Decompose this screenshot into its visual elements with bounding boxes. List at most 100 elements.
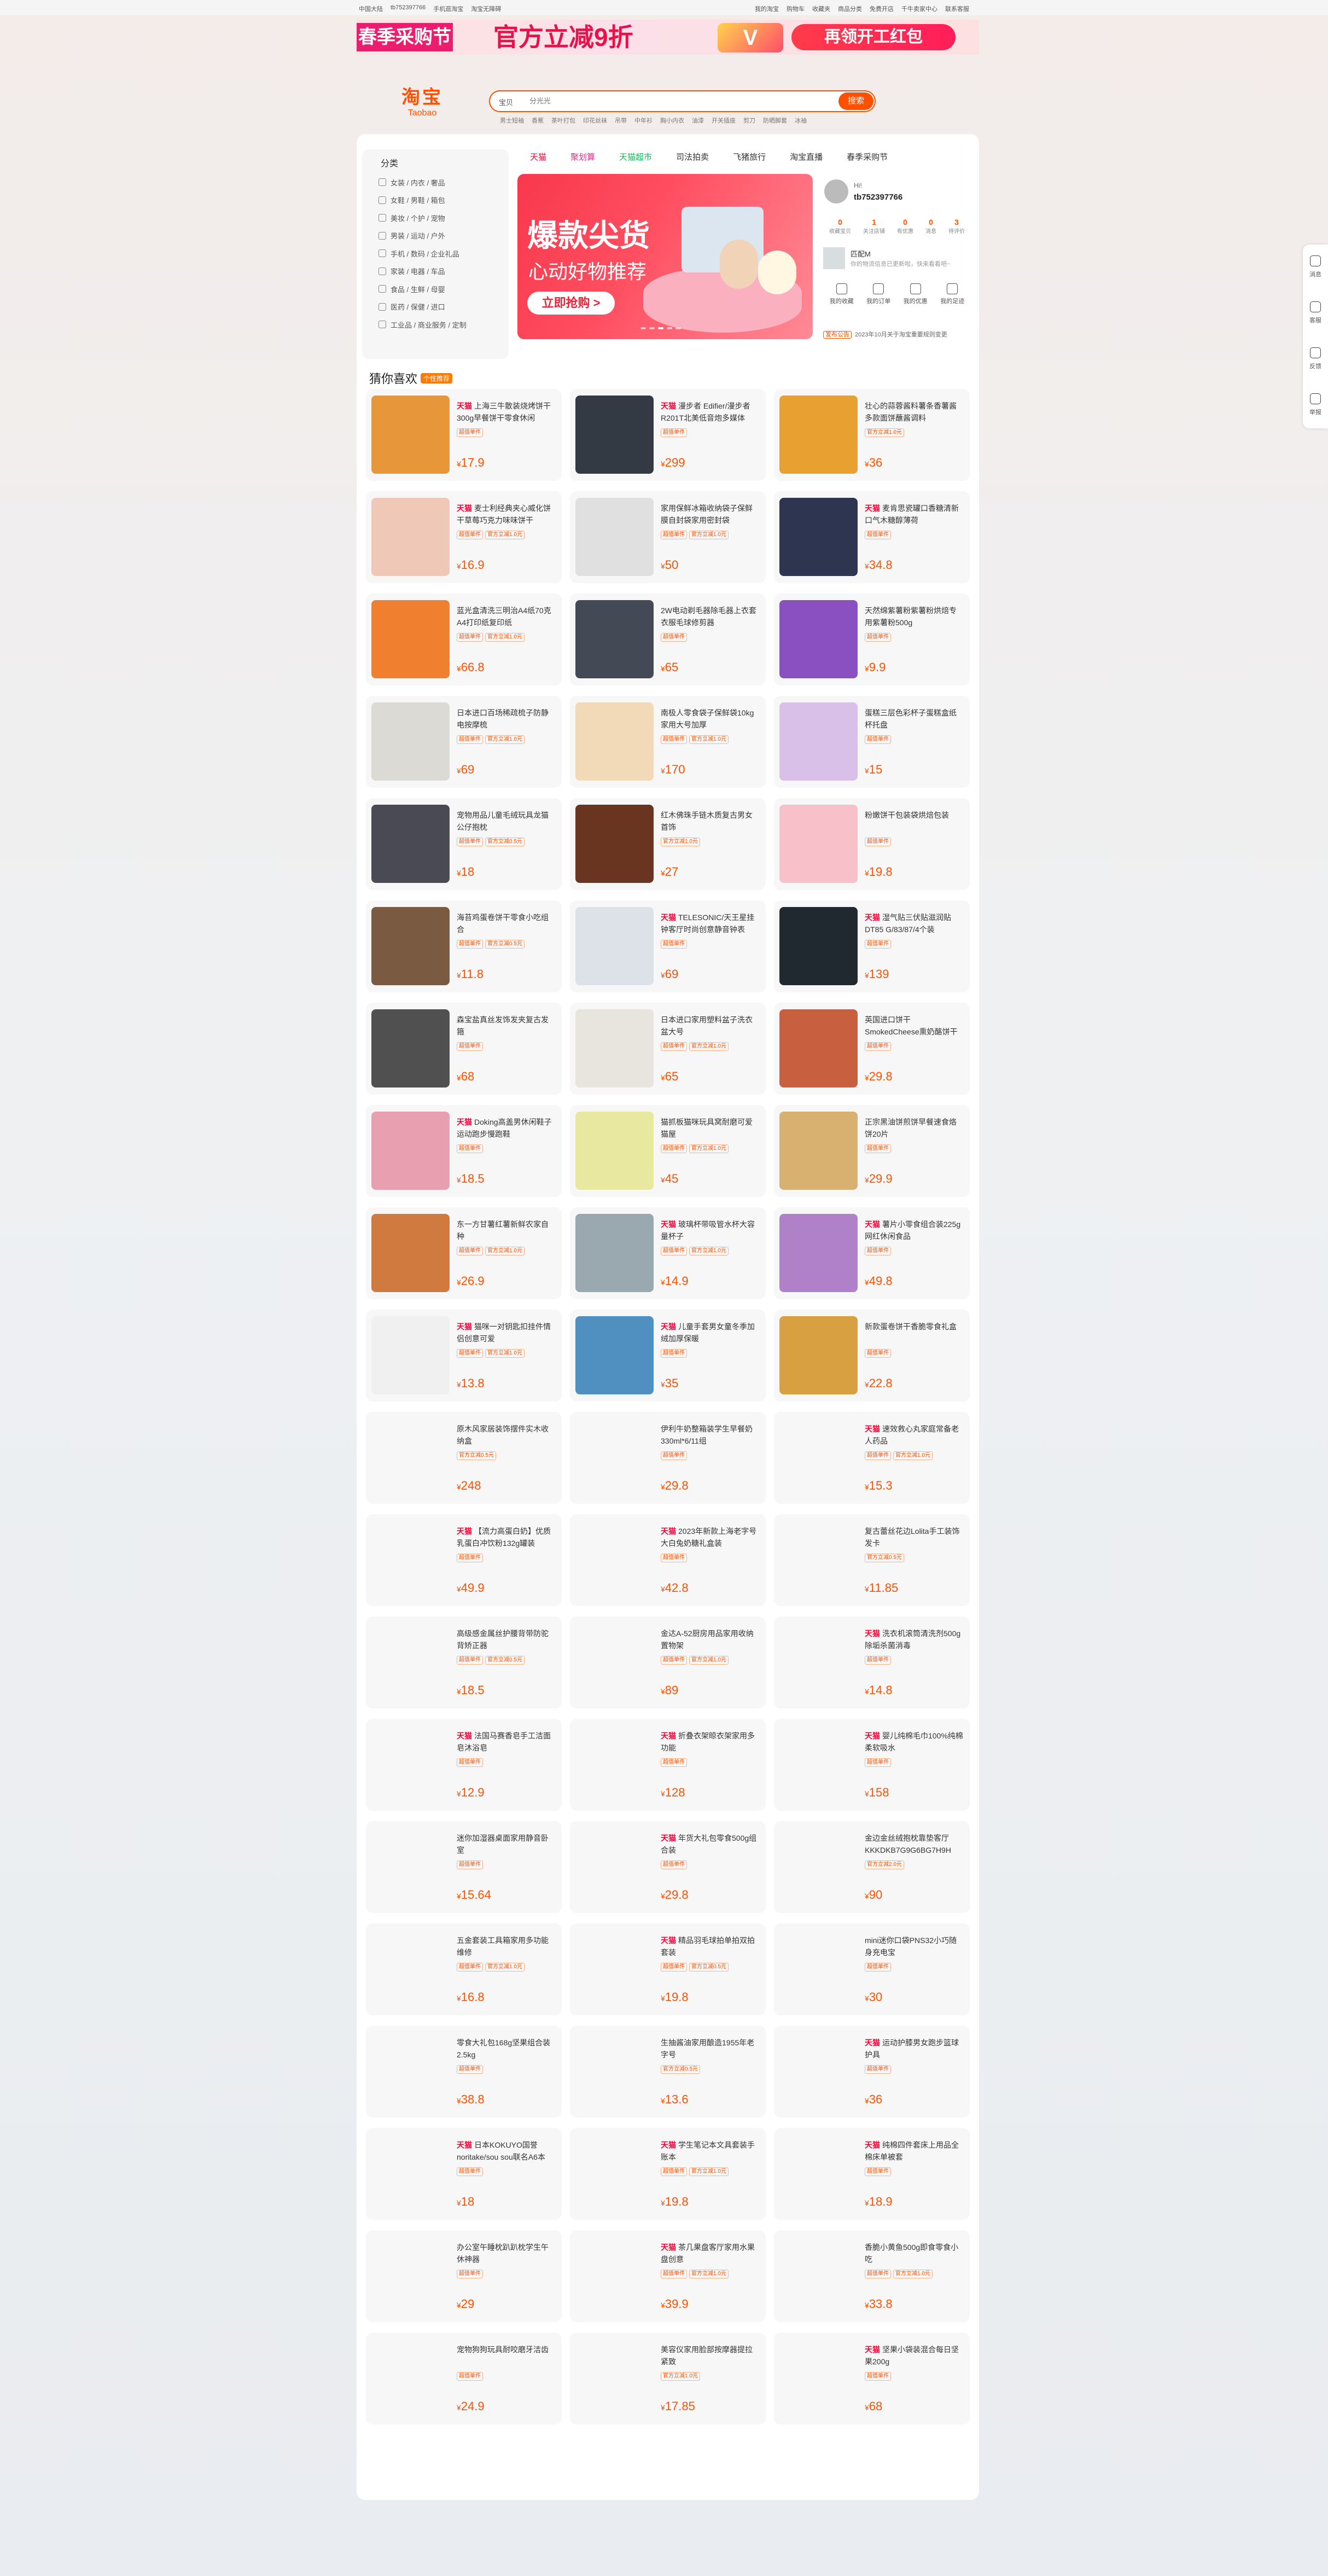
user-action[interactable]: 我的优惠 (904, 283, 928, 305)
sidebar-item[interactable]: 举报 (1303, 382, 1328, 428)
recent-item[interactable]: 匹配M 你的物流信息已更新啦，快来看看吧~ (823, 245, 971, 272)
topbar-link[interactable]: 千牛卖家中心 (901, 4, 937, 13)
topbar-link[interactable]: 免费开店 (870, 4, 894, 13)
carousel-dots[interactable] (640, 327, 681, 329)
product-title[interactable]: 天猫 速效救心丸家庭常备老人药品 (865, 1423, 963, 1447)
product-image[interactable] (575, 702, 654, 781)
product-image[interactable] (371, 2339, 450, 2417)
product-image[interactable] (779, 1623, 858, 1701)
product-image[interactable] (779, 1521, 858, 1599)
product-title[interactable]: 宠物用品儿童毛绒玩具龙猫公仔抱枕 (457, 809, 555, 833)
product-title[interactable]: 天猫 漫步者 Edifier/漫步者 R201T北美低音炮多媒体 (661, 400, 759, 424)
product-card[interactable]: 海苔鸡蛋卷饼干零食小吃组合 超值单件 官方立减0.5元 ¥11.8 (366, 900, 562, 992)
product-image[interactable] (575, 1316, 654, 1394)
product-card[interactable]: 蓝光盒清洗三明治A4纸70克A4打印纸复印纸 超值单件 官方立减1.0元 ¥66.8 (366, 594, 562, 685)
product-title[interactable]: 日本进口百场稀疏梳子防静电按摩梳 (457, 707, 555, 731)
channel-tab[interactable]: 春季采购节 (835, 149, 900, 166)
product-image[interactable] (371, 1418, 450, 1497)
topbar-link[interactable]: 联系客服 (945, 4, 969, 13)
product-image[interactable] (575, 1725, 654, 1804)
product-card[interactable]: 蛋糕三层色彩杯子蛋糕盒纸杯托盘 超值单件 ¥15 (774, 696, 970, 788)
user-stat[interactable]: 0 消息 (925, 218, 936, 235)
product-card[interactable]: 粉嫩饼干包装袋烘焙包装 超值单件 ¥19.8 (774, 798, 970, 890)
product-title[interactable]: 红木佛珠手链木质复古男女首饰 (661, 809, 759, 833)
promo-banner[interactable]: 春季采购节 官方立减9折 V 再领开工红包 (357, 20, 979, 55)
product-card[interactable]: 天猫 折叠衣架晾衣架家用多功能 超值单件 ¥128 (570, 1719, 766, 1811)
product-card[interactable]: 天猫 纯棉四件套床上用品全棉床单被套 超值单件 ¥18.9 (774, 2128, 970, 2220)
product-title[interactable]: 香脆小黄鱼500g即食零食小吃 (865, 2241, 963, 2265)
product-title[interactable]: 生抽酱油家用酿造1955年老字号 (661, 2037, 759, 2061)
product-image[interactable] (779, 702, 858, 781)
product-card[interactable]: 日本进口家用塑料盆子洗衣盆大号 超值单件 官方立减1.0元 ¥65 (570, 1003, 766, 1095)
product-image[interactable] (575, 1418, 654, 1497)
topbar-link[interactable]: 购物车 (787, 4, 805, 13)
product-image[interactable] (575, 1009, 654, 1088)
product-title[interactable]: 高级感金属丝护腰背带防驼背矫正器 (457, 1627, 555, 1652)
product-card[interactable]: 五金套装工具箱家用多功能维修 超值单件 官方立减1.0元 ¥16.8 (366, 1923, 562, 2015)
product-card[interactable]: 南极人零食袋子保鲜袋10kg家用大号加厚 超值单件 官方立减1.0元 ¥170 (570, 696, 766, 788)
product-image[interactable] (575, 2032, 654, 2110)
category-item[interactable]: 食品 / 生鲜 / 母婴 (378, 280, 467, 298)
product-image[interactable] (779, 498, 858, 576)
product-image[interactable] (371, 1214, 450, 1292)
hot-search-link[interactable]: 茶叶打包 (551, 116, 575, 125)
product-image[interactable] (779, 2339, 858, 2417)
product-title[interactable]: 天猫 运动护膝男女跑步篮球护具 (865, 2037, 963, 2061)
hot-search-link[interactable]: 吊带 (615, 116, 627, 125)
search-category-select[interactable]: 宝贝 (499, 97, 513, 107)
product-card[interactable]: 迷你加湿器桌面家用静音卧室 超值单件 ¥15.64 (366, 1821, 562, 1913)
product-card[interactable]: 宠物狗狗玩具耐咬磨牙洁齿 超值单件 ¥24.9 (366, 2333, 562, 2424)
product-image[interactable] (779, 2135, 858, 2213)
product-image[interactable] (371, 600, 450, 678)
product-image[interactable] (575, 1521, 654, 1599)
product-card[interactable]: 天猫 上海三牛散装烧烤饼干300g早餐饼干零食休闲 超值单件 ¥17.9 (366, 389, 562, 481)
user-action[interactable]: 我的订单 (866, 283, 890, 305)
product-card[interactable]: 森宝盐真丝发饰发夹复古发箍 超值单件 ¥68 (366, 1003, 562, 1095)
hot-search-link[interactable]: 男士短袖 (500, 116, 524, 125)
hero-carousel[interactable]: 爆款尖货 心动好物推荐 立即抢购 > (517, 174, 813, 339)
product-card[interactable]: 天猫 坚果小袋装混合每日坚果200g 超值单件 ¥68 (774, 2333, 970, 2424)
topbar-link[interactable]: 收藏夹 (812, 4, 830, 13)
product-image[interactable] (371, 702, 450, 781)
product-title[interactable]: 日本进口家用塑料盆子洗衣盆大号 (661, 1014, 759, 1038)
product-card[interactable]: 高级感金属丝护腰背带防驼背矫正器 超值单件 官方立减0.5元 ¥18.5 (366, 1616, 562, 1708)
topbar-link[interactable]: 中国大陆 (359, 4, 383, 13)
product-image[interactable] (779, 1112, 858, 1190)
product-card[interactable]: 香脆小黄鱼500g即食零食小吃 超值单件 官方立减1.0元 ¥33.8 (774, 2230, 970, 2322)
product-title[interactable]: 天猫 精品羽毛球拍单拍双拍套装 (661, 1934, 759, 1958)
product-title[interactable]: 天猫 Doking高盖男休闲鞋子运动跑步慢跑鞋 (457, 1116, 555, 1140)
channel-tab[interactable]: 天猫超市 (607, 149, 664, 166)
product-title[interactable]: 天猫 学生笔记本文具套装手账本 (661, 2139, 759, 2163)
product-title[interactable]: 天猫 玻璃杯带吸管水杯大容量杯子 (661, 1218, 759, 1242)
category-item[interactable]: 工业品 / 商业服务 / 定制 (378, 316, 467, 334)
product-card[interactable]: 天猫 湿气贴三伏贴滋润贴DT85 G/83/87/4个装 超值单件 ¥139 (774, 900, 970, 992)
category-item[interactable]: 家装 / 电器 / 车品 (378, 263, 467, 281)
product-title[interactable]: 伊利牛奶整箱装学生早餐奶330ml*6/11组 (661, 1423, 759, 1447)
product-title[interactable]: 天猫 2023年新款上海老字号大白兔奶糖礼盒装 (661, 1525, 759, 1549)
user-stat[interactable]: 3 待评价 (948, 218, 965, 235)
product-card[interactable]: 天猫 【流力高蛋白奶】优质乳蛋白冲饮粉132g罐装 超值单件 ¥49.9 (366, 1514, 562, 1606)
product-card[interactable]: 新款蛋卷饼干香脆零食礼盒 超值单件 ¥22.8 (774, 1310, 970, 1402)
product-card[interactable]: 天猫 Doking高盖男休闲鞋子运动跑步慢跑鞋 超值单件 ¥18.5 (366, 1105, 562, 1197)
product-title[interactable]: 天猫 日本KOKUYO国誉noritake/sou sou联名A6本 (457, 2139, 555, 2163)
product-title[interactable]: 天猫 麦士利经典夹心威化饼干草莓巧克力味味饼干 (457, 502, 555, 526)
product-image[interactable] (779, 396, 858, 474)
product-image[interactable] (575, 1112, 654, 1190)
product-image[interactable] (575, 1930, 654, 2008)
topbar-link[interactable]: 我的淘宝 (755, 4, 779, 13)
product-image[interactable] (575, 2135, 654, 2213)
product-title[interactable]: 天猫 折叠衣架晾衣架家用多功能 (661, 1730, 759, 1754)
taobao-logo[interactable]: 淘宝 Taobao (396, 86, 449, 118)
product-image[interactable] (371, 2135, 450, 2213)
product-card[interactable]: 家用保鲜冰箱收纳袋子保鲜膜自封袋家用密封袋 超值单件 官方立减1.0元 ¥50 (570, 491, 766, 583)
product-card[interactable]: 天猫 精品羽毛球拍单拍双拍套装 超值单件 官方立减0.5元 ¥19.8 (570, 1923, 766, 2015)
product-card[interactable]: 伊利牛奶整箱装学生早餐奶330ml*6/11组 超值单件 ¥29.8 (570, 1412, 766, 1504)
banner-cta-button[interactable]: 再领开工红包 (791, 24, 956, 50)
product-image[interactable] (371, 1112, 450, 1190)
product-image[interactable] (575, 1828, 654, 1906)
category-item[interactable]: 女装 / 内衣 / 奢品 (378, 173, 467, 191)
product-title[interactable]: 英国进口饼干SmokedCheese熏奶酪饼干 (865, 1014, 963, 1038)
search-button[interactable]: 搜索 (838, 92, 873, 110)
product-card[interactable]: 壮心的蒜蓉酱料薯条香薯酱多款面饼蘸酱调料 官方立减1.0元 ¥36 (774, 389, 970, 481)
product-card[interactable]: 天猫 法国马赛香皂手工洁面皂沐浴皂 超值单件 ¥12.9 (366, 1719, 562, 1811)
